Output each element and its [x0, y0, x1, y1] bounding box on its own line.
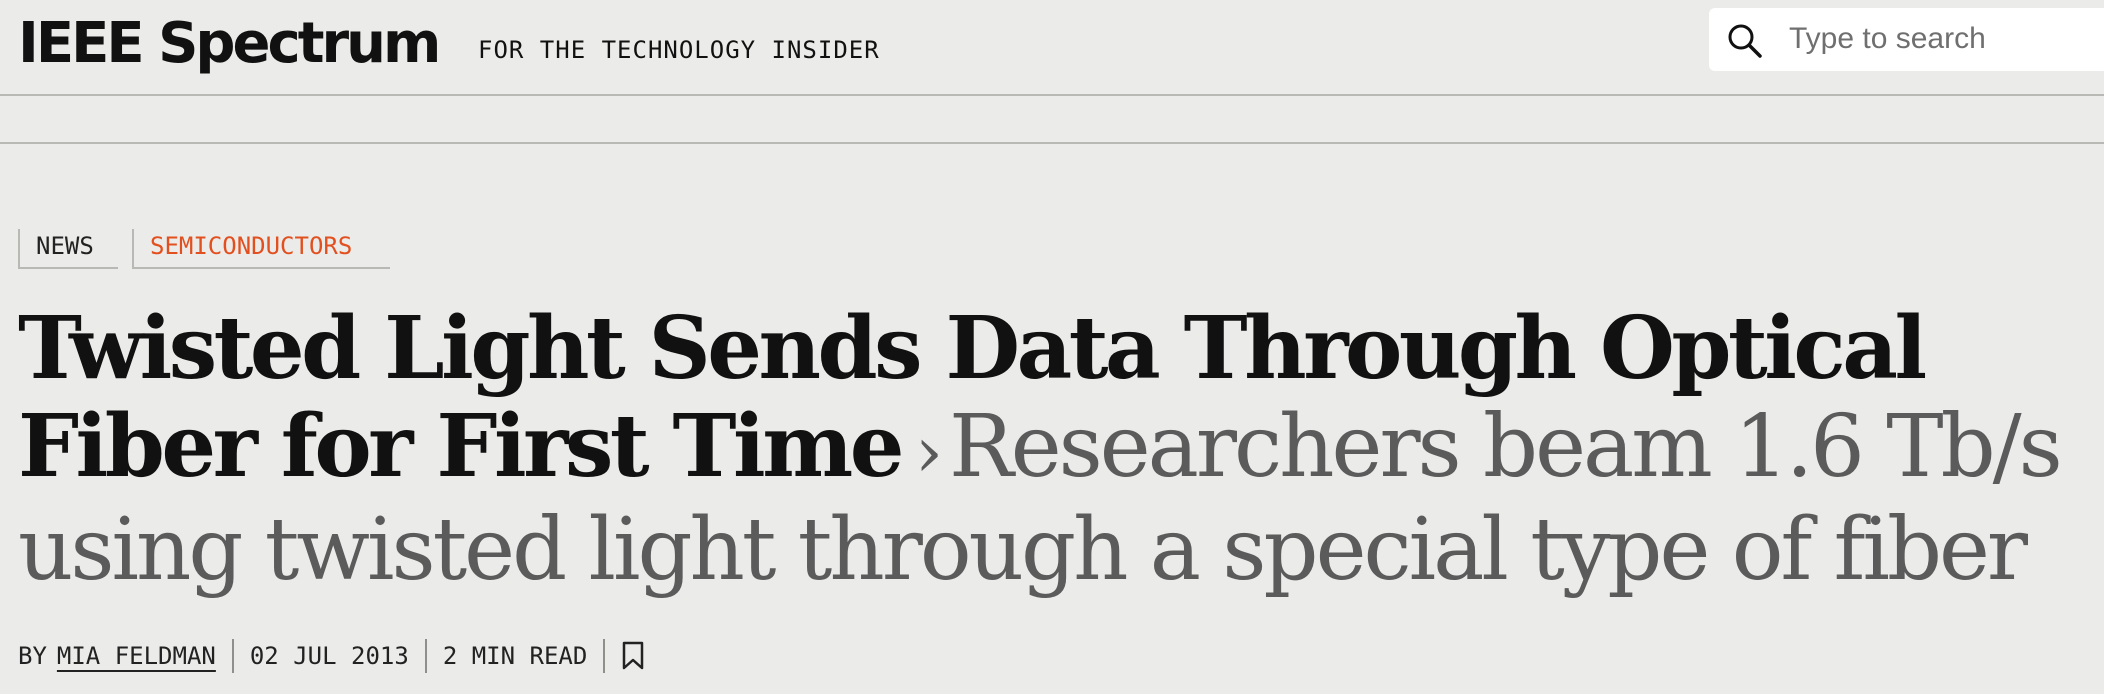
bookmark-icon[interactable]	[621, 641, 645, 671]
search-box[interactable]	[1709, 8, 2104, 71]
site-header: IEEE Spectrum FOR THE TECHNOLOGY INSIDER	[0, 0, 2104, 96]
chevron-right-icon: ›	[914, 411, 943, 493]
navigation-bar	[0, 96, 2104, 144]
article-page: IEEE Spectrum FOR THE TECHNOLOGY INSIDER…	[0, 0, 2104, 694]
search-icon[interactable]	[1725, 21, 1765, 61]
article-headline: Twisted Light Sends Data Through Optical…	[18, 300, 2098, 600]
author-link[interactable]: MIA FELDMAN	[57, 642, 216, 670]
search-input[interactable]	[1789, 18, 2089, 60]
site-logo[interactable]: IEEE Spectrum	[18, 8, 441, 80]
byline-divider	[424, 639, 427, 673]
publish-date: 02 JUL 2013	[249, 642, 409, 670]
byline-divider	[603, 639, 606, 673]
byline: BY MIA FELDMAN 02 JUL 2013 2 MIN READ	[18, 638, 645, 674]
byline-prefix: BY	[18, 642, 47, 670]
tag-section[interactable]: SEMICONDUCTORS	[132, 229, 390, 269]
site-tagline: FOR THE TECHNOLOGY INSIDER	[478, 36, 880, 64]
byline-divider	[231, 639, 234, 673]
tag-news[interactable]: NEWS	[18, 229, 118, 269]
read-time: 2 MIN READ	[442, 642, 588, 670]
